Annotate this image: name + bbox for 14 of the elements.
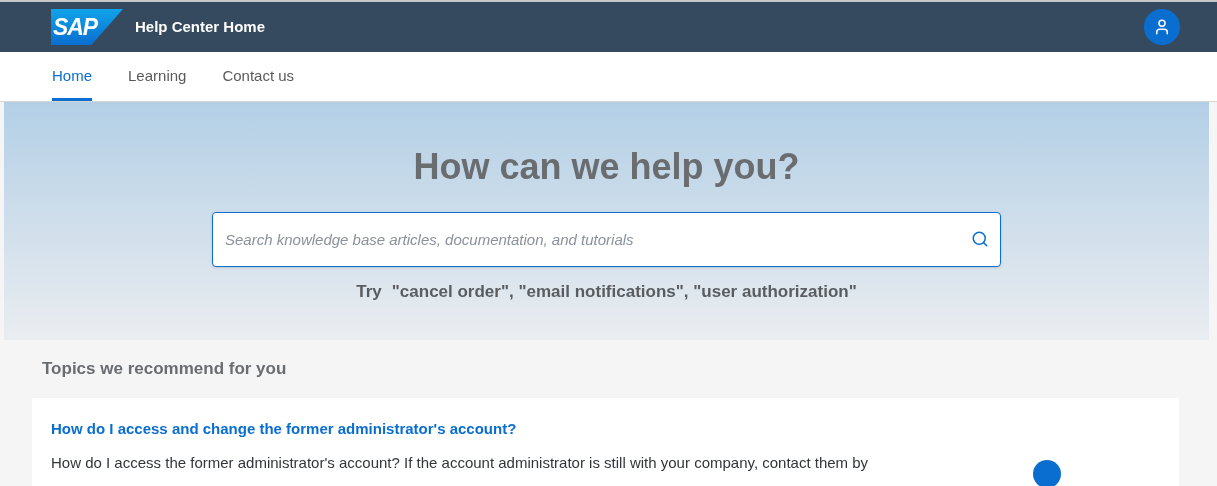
- nav-tab[interactable]: Contact us: [222, 52, 295, 101]
- user-icon: [1153, 18, 1171, 36]
- user-avatar-button[interactable]: [1144, 9, 1180, 45]
- topic-link[interactable]: How do I access and change the former administrator's account?: [51, 417, 1160, 440]
- nav-tab[interactable]: Learning: [128, 52, 187, 101]
- search-suggestions: "cancel order", "email notifications", "user authorization": [391, 281, 857, 303]
- page-title: Help Center Home: [135, 16, 266, 37]
- search-icon[interactable]: [971, 230, 989, 248]
- topic-excerpt: How do I access the former administrator's account? If the account administrator is still with your company, contact them by: [51, 453, 869, 473]
- section-heading: Topics we recommend for you: [41, 358, 288, 380]
- hero-heading: How can we help you?: [413, 145, 800, 189]
- logo: SAP: [51, 9, 123, 45]
- try-label: Try: [356, 281, 382, 303]
- search-field[interactable]: Search knowledge base articles, documentation, and tutorials: [212, 212, 1001, 267]
